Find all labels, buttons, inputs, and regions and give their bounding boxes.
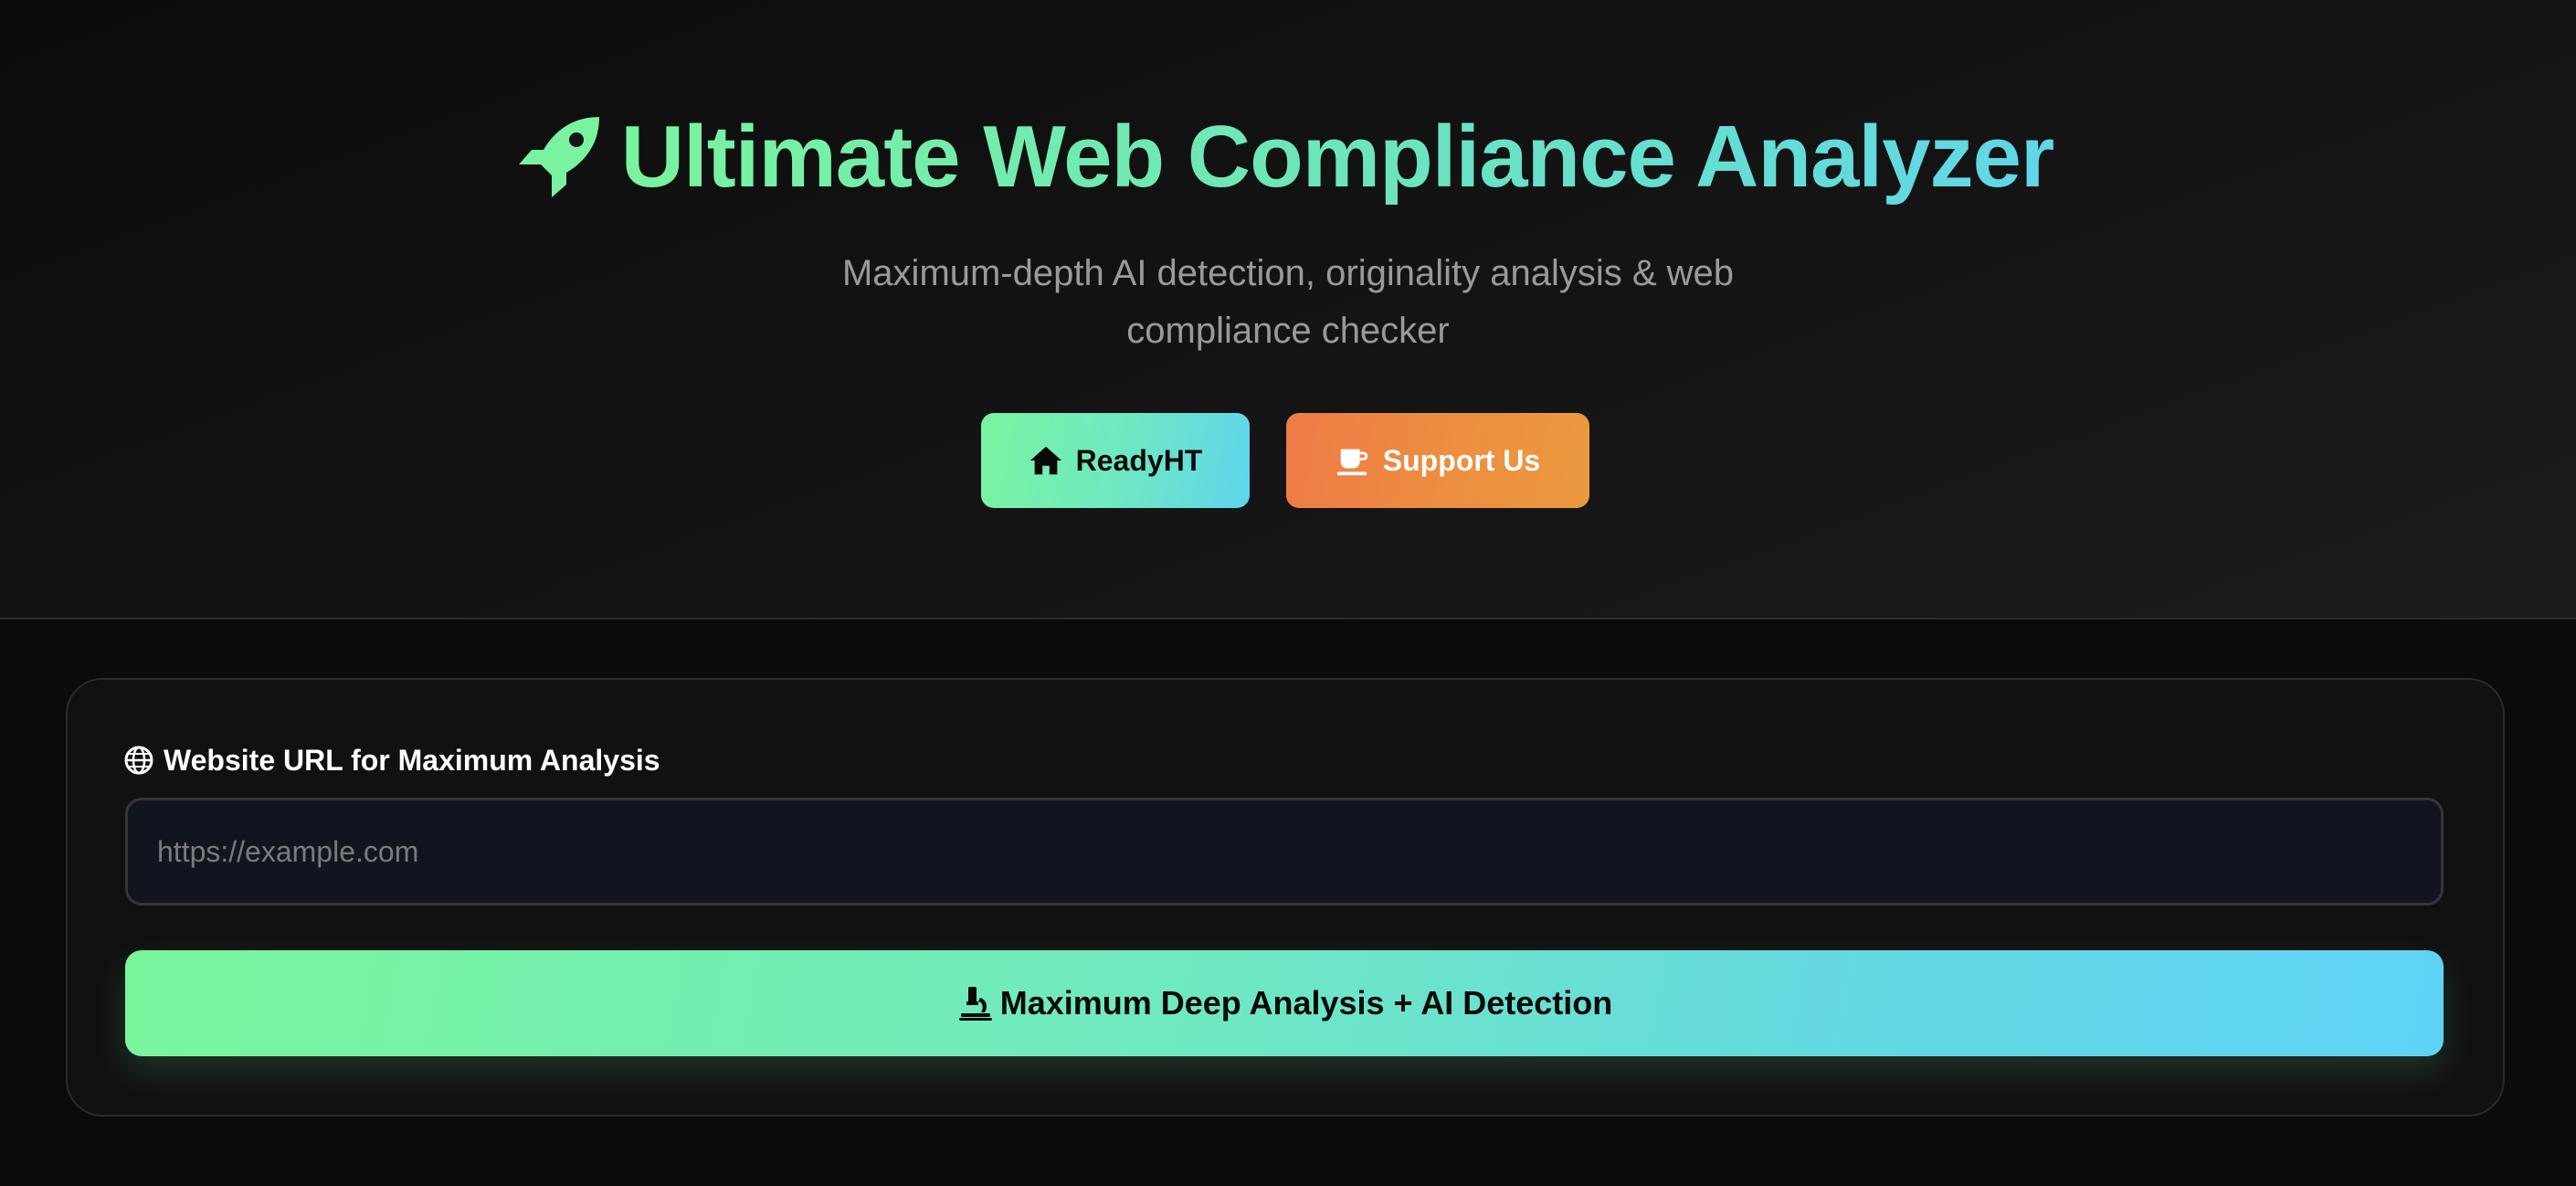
hero-header: Ultimate Web Compliance Analyzer Maximum… [0,0,2576,619]
readyht-button[interactable]: ReadyHT [981,413,1250,508]
subtitle-line-2: compliance checker [1126,311,1450,351]
page-title: Ultimate Web Compliance Analyzer [621,102,2054,212]
readyht-button-label: ReadyHT [1075,443,1203,477]
coffee-icon [1336,449,1367,476]
deep-analysis-button[interactable]: Maximum Deep Analysis + AI Detection [125,950,2444,1056]
globe-icon [124,746,153,775]
subtitle-line-1: Maximum-depth AI detection, originality … [841,253,1734,293]
url-field-label-text: Website URL for Maximum Analysis [164,743,660,777]
url-field-label: Website URL for Maximum Analysis [123,740,660,780]
home-icon [1029,446,1061,475]
deep-analysis-button-label: Maximum Deep Analysis + AI Detection [999,984,1613,1022]
title-row: Ultimate Web Compliance Analyzer [0,102,2576,212]
url-input[interactable] [125,798,2444,905]
support-us-button[interactable]: Support Us [1286,413,1589,508]
rocket-icon [518,117,599,197]
microscope-icon [958,987,992,1021]
page-subtitle: Maximum-depth AI detection, originality … [786,245,1790,360]
support-us-button-label: Support Us [1382,443,1541,477]
